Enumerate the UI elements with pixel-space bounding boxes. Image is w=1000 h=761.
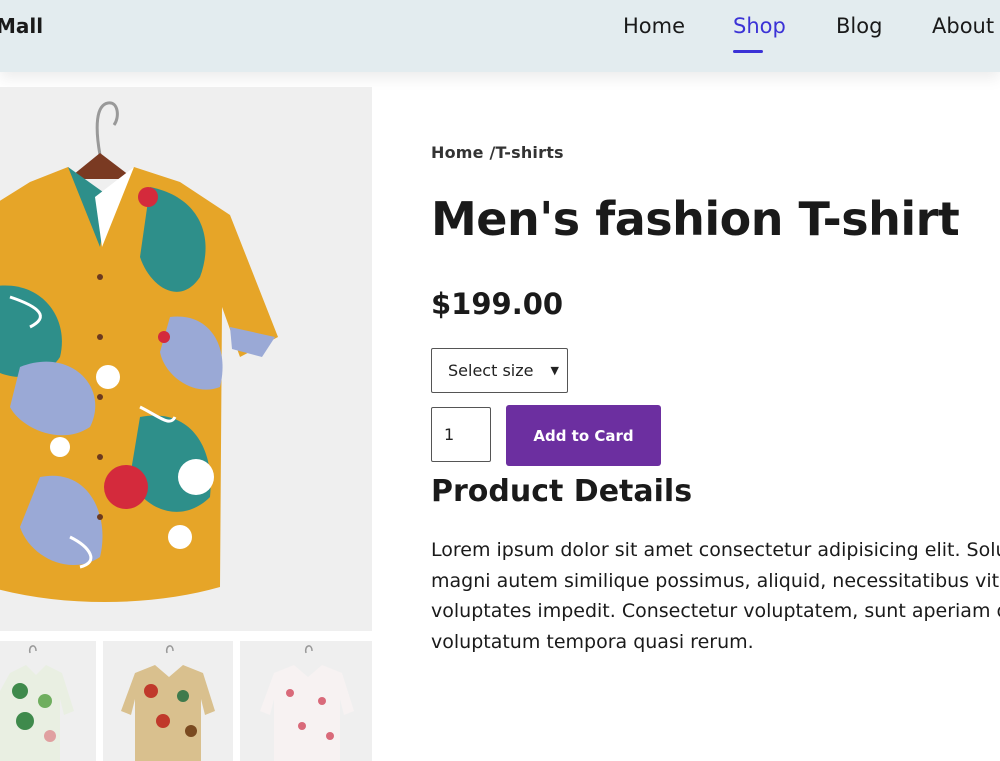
thumbnail-shirt-green <box>0 645 74 761</box>
thumbnail-3[interactable] <box>240 641 372 761</box>
product-main-image[interactable] <box>0 87 372 631</box>
nav-shop[interactable]: Shop <box>733 14 786 38</box>
product-description: Lorem ipsum dolor sit amet consectetur a… <box>431 535 1000 657</box>
quantity-input[interactable]: 1 <box>431 407 491 462</box>
product-price: $199.00 <box>431 287 564 321</box>
add-to-cart-button[interactable]: Add to Card <box>506 405 661 466</box>
quantity-value: 1 <box>444 425 455 444</box>
chevron-down-icon: ▼ <box>550 364 559 377</box>
size-select-value: Select size <box>448 361 534 380</box>
description-line: Lorem ipsum dolor sit amet consectetur a… <box>431 539 1000 561</box>
active-nav-underline <box>733 50 763 53</box>
nav-about[interactable]: About <box>932 14 994 38</box>
breadcrumb[interactable]: Home /T-shirts <box>431 143 564 162</box>
size-select[interactable]: Select size ▼ <box>431 348 568 393</box>
product-title: Men's fashion T-shirt <box>431 192 960 246</box>
description-line: magni autem similique possimus, aliquid,… <box>431 569 1000 592</box>
description-line: voluptates impedit. Consectetur voluptat… <box>431 600 1000 622</box>
thumbnail-shirt-white <box>260 645 354 761</box>
thumbnail-1[interactable] <box>0 641 96 761</box>
nav-blog[interactable]: Blog <box>836 14 882 38</box>
thumbnail-shirt-floral <box>121 645 215 761</box>
main-nav: Home Shop Blog About <box>0 14 1000 54</box>
site-header: Mall Home Shop Blog About <box>0 0 1000 72</box>
nav-home[interactable]: Home <box>623 14 685 38</box>
description-line: voluptatum tempora quasi rerum. <box>431 630 754 653</box>
shirt-illustration <box>0 101 278 602</box>
product-details-heading: Product Details <box>431 474 693 509</box>
thumbnail-2[interactable] <box>103 641 233 761</box>
